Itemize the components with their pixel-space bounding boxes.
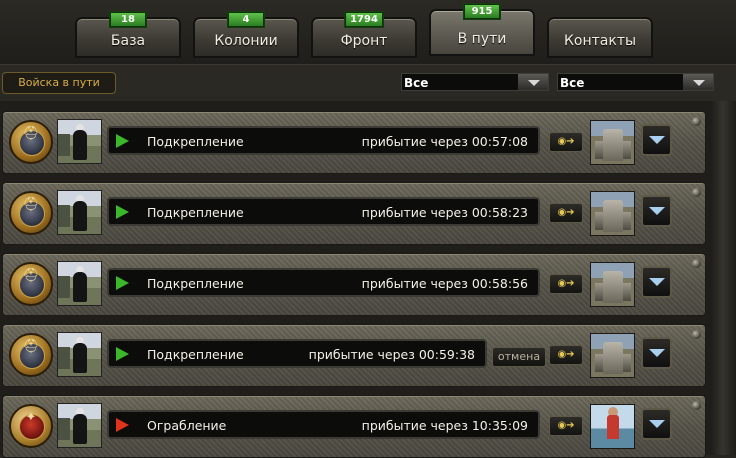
helmet-medal-icon: ⛑ bbox=[9, 120, 53, 164]
avatar[interactable] bbox=[57, 332, 102, 377]
filter-select-value: Все bbox=[404, 76, 429, 90]
locate-on-map-button[interactable]: ◉➔ bbox=[549, 203, 583, 223]
rivet-icon bbox=[692, 259, 701, 268]
arrival-time: прибытие через 10:35:09 bbox=[361, 418, 528, 433]
rivet-icon bbox=[692, 330, 701, 339]
player-avatar-icon[interactable] bbox=[590, 404, 635, 449]
movement-row: ⛑ Подкрепление прибытие через 00:57:08 ◉… bbox=[2, 111, 706, 174]
tab-count-badge: 4 bbox=[228, 12, 264, 27]
arrival-time: прибытие через 00:57:08 bbox=[361, 134, 528, 149]
rivet-icon bbox=[692, 117, 701, 126]
avatar[interactable] bbox=[57, 190, 102, 235]
movement-row: ⛑ Подкрепление прибытие через 00:58:56 ◉… bbox=[2, 253, 706, 316]
locate-on-map-button[interactable]: ◉➔ bbox=[549, 274, 583, 294]
movement-info-bar: Подкрепление прибытие через 00:58:23 bbox=[107, 197, 540, 226]
tab-count-badge: 915 bbox=[464, 4, 500, 19]
filter-bar: Войска в пути Все Все bbox=[0, 64, 736, 102]
avatar[interactable] bbox=[57, 261, 102, 306]
tab-label: Контакты bbox=[563, 33, 637, 49]
movement-info-bar: Подкрепление прибытие через 00:58:56 bbox=[107, 268, 540, 297]
play-icon bbox=[116, 347, 129, 361]
arrival-time: прибытие через 00:59:38 bbox=[308, 347, 475, 362]
tab-bar: 18 База 4 Колонии 1794 Фронт 915 В пути … bbox=[0, 0, 736, 64]
tab-front[interactable]: 1794 Фронт bbox=[311, 12, 417, 58]
movement-type: Ограбление bbox=[147, 418, 227, 433]
helmet-medal-icon: ⛑ bbox=[9, 333, 53, 377]
movement-info-bar: Подкрепление прибытие через 00:57:08 bbox=[107, 126, 540, 155]
expand-row-button[interactable] bbox=[641, 195, 672, 227]
expand-row-button[interactable] bbox=[641, 337, 672, 369]
tab-colonies[interactable]: 4 Колонии bbox=[193, 12, 299, 58]
movement-type: Подкрепление bbox=[147, 347, 244, 362]
helmet-medal-icon: ⛑ bbox=[9, 191, 53, 235]
tab-label: Фронт bbox=[340, 33, 388, 49]
movement-type: Подкрепление bbox=[147, 205, 244, 220]
rivet-icon bbox=[692, 401, 701, 410]
tower-building-icon[interactable] bbox=[590, 120, 635, 165]
chevron-down-icon bbox=[683, 74, 713, 90]
scrollbar[interactable] bbox=[710, 101, 736, 455]
tab-base[interactable]: 18 База bbox=[75, 12, 181, 58]
tab-label: Колонии bbox=[214, 33, 278, 49]
play-icon bbox=[116, 205, 129, 219]
arrival-time: прибытие через 00:58:56 bbox=[361, 276, 528, 291]
tab-label: В пути bbox=[457, 31, 507, 47]
pistol-medal-icon: ✦ bbox=[9, 404, 53, 448]
locate-on-map-button[interactable]: ◉➔ bbox=[549, 345, 583, 365]
section-title-troops-in-transit: Войска в пути bbox=[2, 72, 116, 94]
tab-count-badge: 1794 bbox=[345, 12, 383, 27]
expand-row-button[interactable] bbox=[641, 124, 672, 156]
tab-contacts[interactable]: Контакты bbox=[547, 17, 653, 58]
rivet-icon bbox=[692, 188, 701, 197]
arrival-time: прибытие через 00:58:23 bbox=[361, 205, 528, 220]
cancel-button[interactable]: отмена bbox=[492, 347, 546, 367]
expand-row-button[interactable] bbox=[641, 408, 672, 440]
locate-on-map-button[interactable]: ◉➔ bbox=[549, 416, 583, 436]
locate-on-map-button[interactable]: ◉➔ bbox=[549, 132, 583, 152]
movement-type: Подкрепление bbox=[147, 134, 244, 149]
movement-row: ⛑ Подкрепление прибытие через 00:59:38 о… bbox=[2, 324, 706, 387]
avatar[interactable] bbox=[57, 119, 102, 164]
movement-row: ⛑ Подкрепление прибытие через 00:58:23 ◉… bbox=[2, 182, 706, 245]
tab-label: База bbox=[110, 33, 146, 49]
expand-row-button[interactable] bbox=[641, 266, 672, 298]
tower-building-icon[interactable] bbox=[590, 191, 635, 236]
play-icon bbox=[116, 276, 129, 290]
filter-select-1[interactable]: Все bbox=[401, 73, 549, 91]
filter-select-value: Все bbox=[560, 76, 585, 90]
helmet-medal-icon: ⛑ bbox=[9, 262, 53, 306]
tab-count-badge: 18 bbox=[110, 12, 146, 27]
movement-row: ✦ Ограбление прибытие через 10:35:09 ◉➔ bbox=[2, 395, 706, 458]
avatar[interactable] bbox=[57, 403, 102, 448]
movement-info-bar: Подкрепление прибытие через 00:59:38 bbox=[107, 339, 487, 368]
chevron-down-icon bbox=[518, 74, 548, 90]
movement-info-bar: Ограбление прибытие через 10:35:09 bbox=[107, 410, 540, 439]
tower-building-icon[interactable] bbox=[590, 333, 635, 378]
filter-select-2[interactable]: Все bbox=[557, 73, 714, 91]
tab-in-transit[interactable]: 915 В пути bbox=[429, 4, 535, 56]
tower-building-icon[interactable] bbox=[590, 262, 635, 307]
play-icon bbox=[116, 418, 129, 432]
play-icon bbox=[116, 134, 129, 148]
movement-type: Подкрепление bbox=[147, 276, 244, 291]
